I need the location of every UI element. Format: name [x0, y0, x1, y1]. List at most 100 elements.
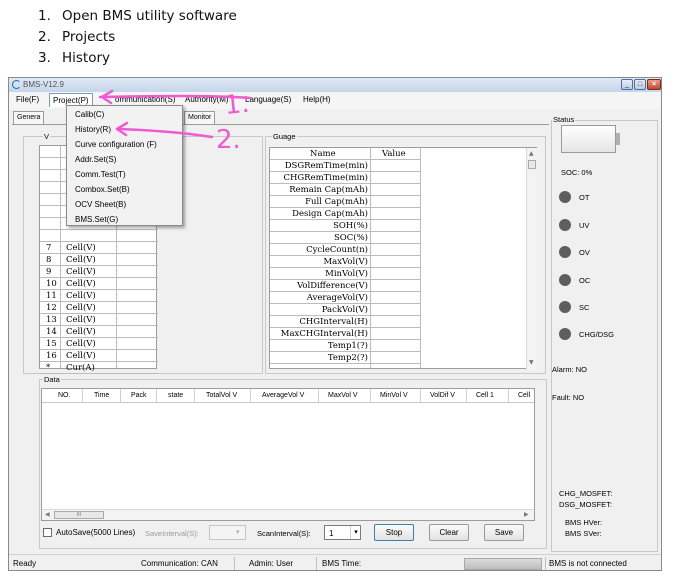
- alarm-status: Alarm: NO: [552, 365, 588, 374]
- ov-indicator-icon: [559, 246, 571, 258]
- table-row[interactable]: Design Cap(mAh): [270, 208, 420, 220]
- table-row[interactable]: DSGRemTime(min): [270, 160, 420, 172]
- minimize-button[interactable]: _: [621, 79, 633, 90]
- table-row[interactable]: MinVol(V): [270, 268, 420, 280]
- column-header[interactable]: VolDif V: [430, 392, 455, 399]
- column-header[interactable]: Pack: [131, 392, 147, 399]
- gauge-header-value: Value: [382, 149, 406, 159]
- communication-status: Communication: CAN: [141, 559, 218, 568]
- gauge-metric-name: SOC(%): [333, 233, 368, 243]
- table-row[interactable]: * Cur(A): [40, 362, 158, 374]
- table-row[interactable]: [40, 230, 158, 242]
- tab-general[interactable]: Genera: [13, 111, 45, 124]
- column-header[interactable]: MinVol V: [380, 392, 408, 399]
- column-header[interactable]: MaxVol V: [328, 392, 358, 399]
- table-row[interactable]: Full Cap(mAh): [270, 196, 420, 208]
- data-table-header: NO. Time Pack state TotalVol V AverageVo…: [42, 389, 534, 403]
- menu-item-curve-configuration[interactable]: Curve configuration (F): [75, 140, 157, 149]
- title-bar[interactable]: BMS-V12.9 _ □ ×: [9, 78, 661, 92]
- menu-language[interactable]: Language(S): [245, 95, 291, 104]
- menu-item-combox-set[interactable]: Combox.Set(B): [75, 185, 130, 194]
- bms-window: BMS-V12.9 _ □ × File(F) Project(P) ommun…: [8, 77, 662, 571]
- table-row[interactable]: 10 Cell(V): [40, 278, 158, 290]
- gauge-metric-name: Remain Cap(mAh): [289, 185, 368, 195]
- menu-item-addr-set[interactable]: Addr.Set(S): [75, 155, 116, 164]
- table-row[interactable]: 8 Cell(V): [40, 254, 158, 266]
- save-interval-select[interactable]: ▾: [209, 525, 246, 540]
- table-row[interactable]: Temp1(?): [270, 340, 420, 352]
- column-header[interactable]: TotalVol V: [206, 392, 237, 399]
- autosave-checkbox[interactable]: [43, 528, 52, 537]
- gauge-metric-name: AverageVol(V): [306, 293, 368, 303]
- table-row[interactable]: CHGInterval(H): [270, 316, 420, 328]
- scroll-left-icon[interactable]: ◀: [45, 511, 50, 518]
- table-row[interactable]: 14 Cell(V): [40, 326, 158, 338]
- cell-index: 14: [46, 327, 57, 337]
- table-row[interactable]: 16 Cell(V): [40, 350, 158, 362]
- table-row[interactable]: MaxCHGInterval(H): [270, 328, 420, 340]
- menu-item-comm-test[interactable]: Comm.Test(T): [75, 170, 126, 179]
- cell-index: 13: [46, 315, 57, 325]
- scroll-thumb[interactable]: [528, 160, 536, 169]
- column-header[interactable]: Cell: [518, 392, 530, 399]
- menu-item-bms-set[interactable]: BMS.Set(G): [75, 215, 118, 224]
- table-row[interactable]: 9 Cell(V): [40, 266, 158, 278]
- maximize-button[interactable]: □: [634, 79, 646, 90]
- instruction-step: 2. Projects: [38, 29, 116, 45]
- soc-readout: SOC: 0%: [561, 168, 593, 177]
- stop-button[interactable]: Stop: [374, 524, 414, 541]
- table-row[interactable]: AverageVol(V): [270, 292, 420, 304]
- close-button[interactable]: ×: [647, 79, 661, 90]
- column-header[interactable]: NO.: [58, 392, 70, 399]
- column-header[interactable]: AverageVol V: [262, 392, 304, 399]
- table-row[interactable]: 12 Cell(V): [40, 302, 158, 314]
- table-row[interactable]: CycleCount(n): [270, 244, 420, 256]
- gauge-metric-name: MaxVol(V): [323, 257, 368, 267]
- menu-item-history[interactable]: History(R): [75, 125, 111, 134]
- cell-name: Cell(V): [66, 303, 96, 313]
- column-header[interactable]: state: [168, 392, 183, 399]
- scroll-thumb[interactable]: III: [54, 511, 104, 519]
- scroll-right-icon[interactable]: ▶: [524, 511, 529, 518]
- cell-index: 10: [46, 279, 57, 289]
- column-header[interactable]: Time: [94, 392, 109, 399]
- gauge-metric-name: CHGRemTime(min): [283, 173, 368, 183]
- data-hscrollbar[interactable]: ◀ III ▶: [42, 509, 534, 520]
- admin-status: Admin: User: [249, 559, 294, 568]
- table-row[interactable]: PackVol(V): [270, 304, 420, 316]
- table-row[interactable]: Remain Cap(mAh): [270, 184, 420, 196]
- clear-button[interactable]: Clear: [429, 524, 469, 541]
- save-button[interactable]: Save: [484, 524, 524, 541]
- cell-index: 16: [46, 351, 57, 361]
- gauge-scrollbar[interactable]: ▲ ▼: [526, 148, 537, 370]
- connection-status: BMS is not connected: [549, 559, 627, 568]
- cell-index: 9: [46, 267, 52, 277]
- gauge-table[interactable]: Name Value DSGRemTime(min) CHGRemTime(min…: [269, 147, 537, 370]
- scan-interval-value: 1: [329, 529, 334, 538]
- scroll-down-icon[interactable]: ▼: [529, 359, 534, 366]
- connection-progress-bar: [464, 558, 542, 570]
- menu-file[interactable]: File(F): [16, 95, 39, 104]
- table-row[interactable]: MaxVol(V): [270, 256, 420, 268]
- menu-authority[interactable]: Authority(M): [185, 95, 229, 104]
- menu-item-ocv-sheet[interactable]: OCV Sheet(B): [75, 200, 126, 209]
- table-row[interactable]: SOH(%): [270, 220, 420, 232]
- column-header[interactable]: Cell 1: [476, 392, 494, 399]
- table-row[interactable]: SOC(%): [270, 232, 420, 244]
- table-row[interactable]: VolDifference(V): [270, 280, 420, 292]
- table-row[interactable]: 7 Cell(V): [40, 242, 158, 254]
- save-interval-label: SaveInterval(S):: [145, 529, 199, 538]
- table-row[interactable]: 15 Cell(V): [40, 338, 158, 350]
- menu-item-calib[interactable]: Calib(C): [75, 110, 104, 119]
- table-row[interactable]: 11 Cell(V): [40, 290, 158, 302]
- menu-communication[interactable]: ommunication(S): [115, 95, 175, 104]
- tab-monitor[interactable]: Monitor: [184, 111, 216, 124]
- scroll-up-icon[interactable]: ▲: [529, 150, 534, 157]
- table-row[interactable]: 13 Cell(V): [40, 314, 158, 326]
- data-log-table[interactable]: NO. Time Pack state TotalVol V AverageVo…: [41, 388, 535, 521]
- table-row[interactable]: CHGRemTime(min): [270, 172, 420, 184]
- menu-help[interactable]: Help(H): [303, 95, 331, 104]
- table-row[interactable]: Temp2(?): [270, 352, 420, 364]
- scan-interval-select[interactable]: 1 ▾: [324, 525, 361, 540]
- bms-hver-label: BMS HVer:: [565, 518, 603, 527]
